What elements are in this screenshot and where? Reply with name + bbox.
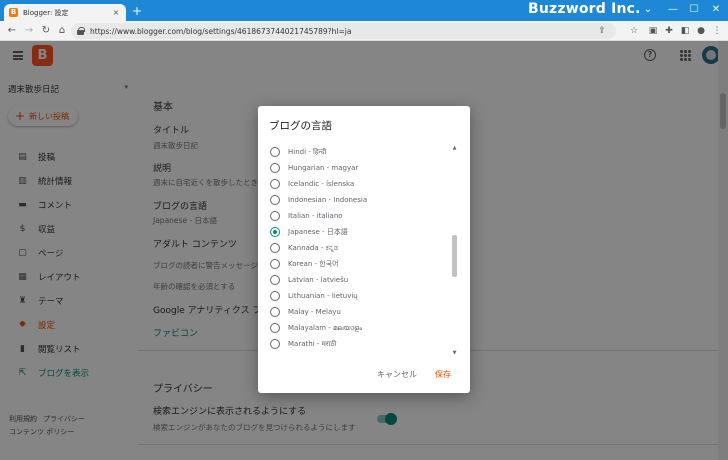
language-label: Japanese - 日本語 xyxy=(288,228,348,236)
radio-button[interactable] xyxy=(270,147,280,157)
language-option-lithuanian[interactable]: Lithuanian - lietuvių xyxy=(270,288,455,304)
language-option-malayalam[interactable]: Malayalam - മലയാളം xyxy=(270,320,455,336)
address-bar-row: ← → ↻ ⌂ https://www.blogger.com/blog/set… xyxy=(0,21,728,41)
language-option-indonesian[interactable]: Indonesian - Indonesia xyxy=(270,192,455,208)
radio-button[interactable] xyxy=(270,339,280,349)
dialog-scrollbar[interactable]: ▲ ▼ xyxy=(451,145,458,357)
cancel-button[interactable]: キャンセル xyxy=(377,369,417,380)
new-tab-button[interactable]: + xyxy=(130,4,144,18)
share-icon[interactable]: ⇪ xyxy=(595,24,609,38)
extensions-icon[interactable]: ✚ xyxy=(662,24,676,38)
language-option-latvian[interactable]: Latvian - latviešu xyxy=(270,272,455,288)
dialog-scrollbar-thumb[interactable] xyxy=(452,235,457,277)
language-option-icelandic[interactable]: Icelandic - íslenska xyxy=(270,176,455,192)
translate-icon[interactable]: ▣ xyxy=(646,24,660,38)
bookmark-star-icon[interactable]: ☆ xyxy=(627,24,641,38)
language-option-marathi[interactable]: Marathi - मराठी xyxy=(270,336,455,352)
url-bar[interactable]: https://www.blogger.com/blog/settings/46… xyxy=(71,23,616,39)
profile-icon[interactable]: ● xyxy=(694,24,708,38)
radio-button[interactable] xyxy=(270,275,280,285)
tab-title: Blogger: 設定 xyxy=(23,8,69,17)
back-icon[interactable]: ← xyxy=(4,23,20,39)
language-option-hindi[interactable]: Hindi - हिन्दी xyxy=(270,145,455,160)
tab-search-icon[interactable]: ⌄ xyxy=(640,2,656,18)
radio-button[interactable] xyxy=(270,259,280,269)
reload-icon[interactable]: ↻ xyxy=(38,23,54,39)
url-text: https://www.blogger.com/blog/settings/46… xyxy=(90,26,352,36)
language-label: Lithuanian - lietuvių xyxy=(288,292,358,300)
language-label: Icelandic - íslenska xyxy=(288,180,355,188)
language-label: Malay - Melayu xyxy=(288,308,341,316)
forward-icon[interactable]: → xyxy=(21,23,37,39)
dialog-title: ブログの言語 xyxy=(269,120,332,132)
minimize-button[interactable]: — xyxy=(665,2,681,18)
radio-button[interactable] xyxy=(270,211,280,221)
language-label: Hindi - हिन्दी xyxy=(288,147,327,156)
radio-button-selected[interactable] xyxy=(270,227,280,237)
browser-titlebar: B Blogger: 設定 × + Buzzword Inc. ⌄ — ☐ ✕ xyxy=(0,0,728,21)
language-option-japanese[interactable]: Japanese - 日本語 xyxy=(270,224,455,240)
save-button[interactable]: 保存 xyxy=(435,369,451,380)
language-option-korean[interactable]: Korean - 한국어 xyxy=(270,256,455,272)
language-label: Indonesian - Indonesia xyxy=(288,196,368,204)
radio-button[interactable] xyxy=(270,163,280,173)
language-label: Hungarian - magyar xyxy=(288,164,359,172)
radio-button[interactable] xyxy=(270,195,280,205)
watermark: Buzzword Inc. xyxy=(528,1,641,17)
scroll-up-arrow-icon[interactable]: ▲ xyxy=(451,145,458,152)
scroll-down-arrow-icon[interactable]: ▼ xyxy=(451,350,458,357)
language-dialog: ブログの言語 Hindi - हिन्दी Hungarian - magyar… xyxy=(258,106,470,393)
language-label: Marathi - मराठी xyxy=(288,339,337,348)
language-label: Malayalam - മലയാളം xyxy=(288,323,363,332)
language-option-kannada[interactable]: Kannada - ಕನ್ನಡ xyxy=(270,240,455,256)
close-window-button[interactable]: ✕ xyxy=(708,2,724,18)
blogger-favicon-icon: B xyxy=(9,8,18,17)
radio-button[interactable] xyxy=(270,307,280,317)
browser-menu-icon[interactable]: ⋮ xyxy=(710,24,724,38)
lock-icon xyxy=(77,27,85,35)
radio-button[interactable] xyxy=(270,179,280,189)
radio-button[interactable] xyxy=(270,291,280,301)
radio-button[interactable] xyxy=(270,243,280,253)
radio-button[interactable] xyxy=(270,323,280,333)
browser-tab[interactable]: B Blogger: 設定 × xyxy=(4,4,126,21)
language-option-italian[interactable]: Italian - italiano xyxy=(270,208,455,224)
language-list: Hindi - हिन्दी Hungarian - magyar Icelan… xyxy=(258,145,458,357)
language-option-malay[interactable]: Malay - Melayu xyxy=(270,304,455,320)
home-icon[interactable]: ⌂ xyxy=(54,23,70,39)
tab-close-icon[interactable]: × xyxy=(111,8,121,17)
language-label: Korean - 한국어 xyxy=(288,260,339,268)
sidebar-toggle-icon[interactable]: ◧ xyxy=(678,24,692,38)
language-option-hungarian[interactable]: Hungarian - magyar xyxy=(270,160,455,176)
language-label: Kannada - ಕನ್ನಡ xyxy=(288,243,339,252)
language-label: Latvian - latviešu xyxy=(288,276,349,284)
language-label: Italian - italiano xyxy=(288,212,343,220)
maximize-button[interactable]: ☐ xyxy=(686,2,702,18)
